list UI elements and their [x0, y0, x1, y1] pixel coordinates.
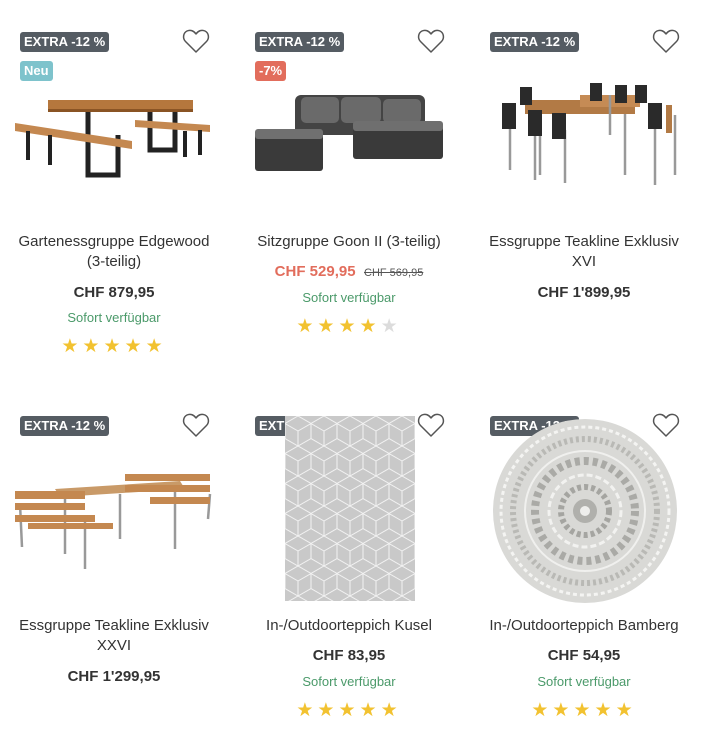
star-icon: ★: [296, 316, 318, 337]
wishlist-heart-icon[interactable]: [652, 28, 680, 54]
star-icon: ★: [359, 700, 381, 721]
original-price: CHF 569,95: [364, 267, 424, 279]
star-icon: ★: [124, 336, 146, 357]
product-card[interactable]: EXTRA -12 % In-/Outdoorteppich Kusel CHF…: [235, 384, 470, 754]
star-icon: ★: [338, 316, 360, 337]
star-icon: ★: [615, 700, 637, 721]
extra-discount-badge: EXTRA -12 %: [255, 32, 345, 52]
star-icon: ★: [296, 700, 318, 721]
wishlist-heart-icon[interactable]: [417, 28, 445, 54]
extra-discount-badge: EXTRA -12 %: [20, 416, 110, 436]
badge-group: EXTRA -12 % Neu: [20, 32, 110, 81]
product-price: CHF 1'299,95: [67, 668, 161, 685]
product-card[interactable]: EXTRA -12 % -7% Sitzgruppe Goon II (3-te…: [235, 0, 470, 370]
badge-group: EXTRA -12 % -7%: [255, 32, 345, 81]
star-icon: ★: [82, 336, 104, 357]
product-image[interactable]: [10, 459, 215, 579]
availability-status: Sofort verfügbar: [67, 310, 161, 325]
product-name[interactable]: Essgruppe Teakline Exklusiv XVI: [470, 232, 698, 272]
price-line: CHF 529,95 CHF 569,95: [235, 263, 463, 281]
product-card[interactable]: EXTRA -12 % In-/Outdoorteppich Bamberg C…: [470, 384, 705, 754]
rating-stars: ★★★★★: [235, 699, 463, 722]
product-name[interactable]: Essgruppe Teakline Exklusiv XXVI: [0, 616, 228, 656]
availability-status: Sofort verfügbar: [537, 674, 631, 689]
star-icon: ★: [380, 316, 402, 337]
extra-discount-badge: EXTRA -12 %: [490, 32, 580, 52]
price-line: CHF 83,95: [235, 647, 463, 665]
rating-stars: ★★★★★: [235, 315, 463, 338]
product-price: CHF 879,95: [73, 284, 155, 301]
star-icon: ★: [317, 316, 339, 337]
product-card[interactable]: EXTRA -12 % Essgruppe Teakline Exklusiv …: [470, 0, 705, 370]
badge-group: EXTRA -12 %: [20, 416, 110, 436]
star-icon: ★: [594, 700, 616, 721]
star-icon: ★: [61, 336, 83, 357]
price-line: CHF 879,95: [0, 284, 228, 302]
star-icon: ★: [103, 336, 125, 357]
product-price: CHF 1'899,95: [537, 284, 631, 301]
star-icon: ★: [317, 700, 339, 721]
product-card[interactable]: EXTRA -12 % Neu Gartenessgruppe Edgewood…: [0, 0, 235, 370]
star-icon: ★: [552, 700, 574, 721]
extra-discount-badge: EXTRA -12 %: [20, 32, 110, 52]
wishlist-heart-icon[interactable]: [182, 412, 210, 438]
product-name[interactable]: In-/Outdoorteppich Kusel: [235, 616, 463, 636]
product-name[interactable]: Gartenessgruppe Edgewood (3-teilig): [0, 232, 228, 272]
availability-status: Sofort verfügbar: [302, 674, 396, 689]
product-name[interactable]: In-/Outdoorteppich Bamberg: [470, 616, 698, 636]
wishlist-heart-icon[interactable]: [417, 412, 445, 438]
product-image[interactable]: [10, 75, 215, 195]
price-line: CHF 1'299,95: [0, 668, 228, 686]
rating-stars: ★★★★★: [470, 699, 698, 722]
star-icon: ★: [531, 700, 553, 721]
price-line: CHF 1'899,95: [470, 284, 698, 302]
wishlist-heart-icon[interactable]: [182, 28, 210, 54]
product-grid: EXTRA -12 % Neu Gartenessgruppe Edgewood…: [0, 0, 713, 745]
badge-group: EXTRA -12 %: [490, 32, 580, 52]
price-line: CHF 54,95: [470, 647, 698, 665]
star-icon: ★: [359, 316, 381, 337]
star-icon: ★: [145, 336, 167, 357]
star-icon: ★: [338, 700, 360, 721]
product-image[interactable]: [490, 416, 680, 606]
product-price: CHF 54,95: [547, 647, 621, 664]
product-image[interactable]: [480, 75, 685, 195]
product-image[interactable]: [285, 416, 415, 601]
rating-stars: ★★★★★: [0, 335, 228, 358]
availability-status: Sofort verfügbar: [302, 290, 396, 305]
product-card[interactable]: EXTRA -12 % Essgruppe Teakline Exklusiv …: [0, 384, 235, 754]
product-image[interactable]: [245, 75, 450, 195]
product-name[interactable]: Sitzgruppe Goon II (3-teilig): [235, 232, 463, 252]
product-price: CHF 83,95: [312, 647, 386, 664]
sale-price: CHF 529,95: [274, 263, 356, 280]
star-icon: ★: [380, 700, 402, 721]
star-icon: ★: [573, 700, 595, 721]
